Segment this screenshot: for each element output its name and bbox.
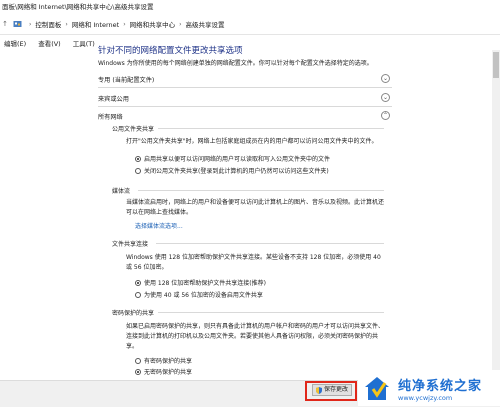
- radio-label: 启用共享以便可以访问网络的用户可以读取和写入公用文件夹中的文件: [144, 156, 331, 163]
- breadcrumb-network-internet[interactable]: 网络和 Internet: [72, 19, 119, 29]
- radio-public-disable[interactable]: 关闭公用文件夹共享(登录到此计算机的用户仍然可以访问这些文件夹): [135, 166, 329, 175]
- profile-guest-label[interactable]: 来宾或公用: [98, 94, 129, 103]
- radio-password-on[interactable]: 有密码保护的共享: [135, 356, 192, 365]
- window-title: 面板\网络和 Internet\网络和共享中心\高级共享设置: [0, 0, 500, 14]
- watermark-logo: 纯净系统之家 www.ycwjzy.com: [358, 370, 500, 406]
- house-logo-icon: [362, 373, 392, 403]
- divider: [158, 128, 384, 129]
- highlight-box: [305, 381, 357, 401]
- public-folder-title: 公用文件夹共享: [112, 126, 155, 133]
- chevron-up-icon[interactable]: ⌃: [381, 111, 390, 120]
- radio-label: 有密码保护的共享: [144, 358, 193, 365]
- radio-40-56bit[interactable]: 为使用 40 或 56 位加密的设备启用文件共享: [135, 290, 263, 299]
- radio-label: 关闭公用文件夹共享(登录到此计算机的用户仍然可以访问这些文件夹): [144, 168, 329, 175]
- menu-view[interactable]: 查看(V): [38, 38, 61, 48]
- vertical-scrollbar[interactable]: [492, 50, 500, 380]
- radio-button[interactable]: [135, 291, 141, 298]
- radio-label: 为使用 40 或 56 位加密的设备启用文件共享: [144, 292, 263, 299]
- divider: [138, 190, 384, 191]
- radio-public-enable[interactable]: 启用共享以便可以访问网络的用户可以读取和写入公用文件夹中的文件: [135, 154, 330, 163]
- media-desc: 当媒体流启用时，网络上的用户和设备便可以访问此计算机上的图片、音乐以及视频。此计…: [126, 199, 385, 216]
- divider: [98, 87, 392, 88]
- file-sharing-title: 文件共享连接: [112, 241, 149, 248]
- media-options-link[interactable]: 选择媒体流选项...: [135, 221, 183, 230]
- breadcrumb-separator: ›: [29, 20, 32, 28]
- file-sharing-desc: Windows 使用 128 位加密帮助保护文件共享连接。某些设备不支持 128…: [126, 254, 381, 271]
- breadcrumb-separator: ›: [179, 20, 182, 28]
- menu-edit[interactable]: 编辑(E): [4, 38, 26, 48]
- radio-password-off[interactable]: 无密码保护的共享: [135, 367, 192, 376]
- menu-bar: 编辑(E) 查看(V) 工具(T): [0, 36, 500, 50]
- watermark-title: 纯净系统之家: [398, 378, 483, 394]
- control-panel-icon: [13, 20, 22, 28]
- radio-button-selected[interactable]: [135, 368, 141, 375]
- radio-label: 使用 128 位加密帮助保护文件共享连接(推荐): [144, 280, 266, 287]
- radio-label: 无密码保护的共享: [144, 369, 193, 376]
- breadcrumb-control-panel[interactable]: 控制面板: [35, 19, 61, 29]
- breadcrumb-advanced-sharing[interactable]: 高级共享设置: [186, 19, 225, 29]
- public-folder-desc: 打开"公用文件夹共享"时，网络上包括家庭组成员在内的用户都可以访问公用文件夹中的…: [126, 138, 378, 145]
- radio-button[interactable]: [135, 167, 141, 174]
- intro-text: Windows 为你所使用的每个网络创建单独的网络配置文件。你可以针对每个配置文…: [98, 60, 373, 67]
- media-title: 媒体流: [112, 188, 131, 195]
- page-title: 针对不同的网络配置文件更改共享选项: [98, 46, 243, 56]
- profile-all-networks-label[interactable]: 所有网络: [98, 112, 123, 121]
- up-arrow-icon[interactable]: ↑: [0, 20, 10, 28]
- watermark-url: www.ycwjzy.com: [398, 393, 453, 402]
- radio-128bit[interactable]: 使用 128 位加密帮助保护文件共享连接(推荐): [135, 278, 266, 287]
- chevron-down-icon[interactable]: ⌄: [381, 93, 390, 102]
- address-bar[interactable]: ↑ › 控制面板 › 网络和 Internet › 网络和共享中心 › 高级共享…: [0, 14, 500, 35]
- chevron-down-icon[interactable]: ⌄: [381, 74, 390, 83]
- radio-button-selected[interactable]: [135, 155, 141, 162]
- menu-tools[interactable]: 工具(T): [73, 38, 95, 48]
- divider: [158, 312, 384, 313]
- password-desc: 如果已启用密码保护的共享，则只有具备此计算机的用户帐户和密码的用户才可以访问共享…: [126, 323, 385, 350]
- profile-private-label[interactable]: 专用 (当前配置文件): [98, 75, 154, 84]
- password-title: 密码保护的共享: [112, 310, 155, 317]
- scrollbar-thumb[interactable]: [493, 52, 499, 78]
- divider: [156, 243, 384, 244]
- breadcrumb-separator: ›: [123, 20, 126, 28]
- divider: [98, 106, 392, 107]
- radio-button[interactable]: [135, 357, 141, 364]
- settings-panel: 针对不同的网络配置文件更改共享选项 Windows 为你所使用的每个网络创建单独…: [0, 46, 500, 380]
- radio-button-selected[interactable]: [135, 279, 141, 286]
- breadcrumb-network-sharing-center[interactable]: 网络和共享中心: [130, 19, 176, 29]
- breadcrumb-separator: ›: [65, 20, 68, 28]
